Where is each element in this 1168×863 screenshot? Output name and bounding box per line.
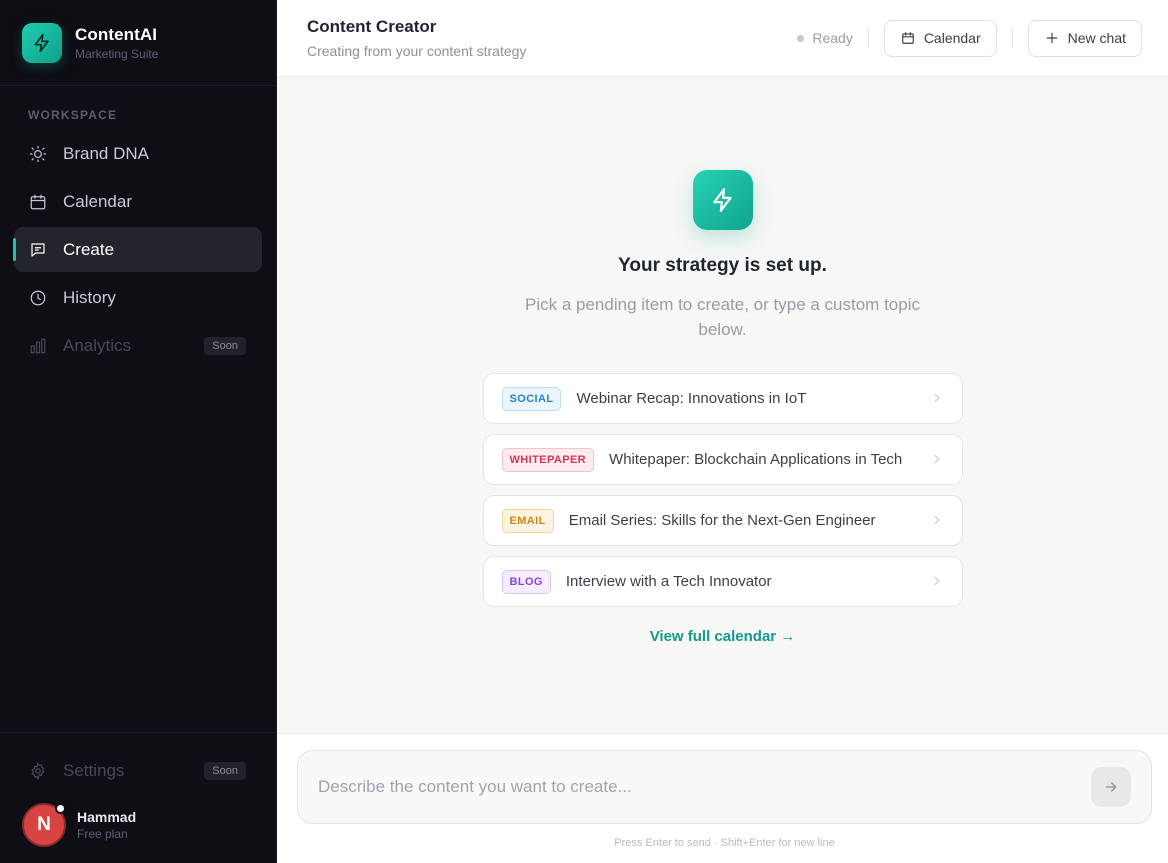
bolt-icon bbox=[692, 170, 753, 230]
page-header: Content Creator Creating from your conte… bbox=[277, 0, 1168, 77]
pending-item[interactable]: BLOG Interview with a Tech Innovator bbox=[482, 556, 963, 607]
sidebar-item-label: History bbox=[63, 287, 116, 307]
composer-area: Describe the content you want to create.… bbox=[277, 733, 1168, 863]
bar-chart-icon bbox=[28, 336, 48, 356]
sidebar-footer: Settings Soon N Hammad Free plan bbox=[0, 732, 276, 863]
main-panel: Content Creator Creating from your conte… bbox=[277, 0, 1168, 863]
sidebar-item-label: Create bbox=[63, 239, 115, 259]
content-type-badge: BLOG bbox=[501, 569, 551, 594]
chevron-right-icon bbox=[934, 454, 940, 464]
status-text: Ready bbox=[812, 30, 853, 46]
sidebar: ContentAI Marketing Suite WORKSPACE Bran… bbox=[0, 0, 277, 863]
soon-badge: Soon bbox=[204, 762, 246, 780]
workspace-section-label: WORKSPACE bbox=[28, 108, 118, 122]
pending-item[interactable]: SOCIAL Webinar Recap: Innovations in IoT bbox=[482, 373, 963, 424]
content-type-badge: WHITEPAPER bbox=[501, 447, 595, 472]
sidebar-item-label: Calendar bbox=[63, 191, 132, 211]
page-title: Content Creator bbox=[307, 17, 437, 36]
header-actions: Ready Calendar New chat bbox=[797, 19, 1142, 57]
chevron-right-icon bbox=[934, 576, 940, 586]
sidebar-item-history[interactable]: History bbox=[14, 275, 262, 320]
send-button[interactable] bbox=[1091, 767, 1131, 807]
user-name: Hammad bbox=[77, 809, 137, 825]
pending-item[interactable]: WHITEPAPER Whitepaper: Blockchain Applic… bbox=[482, 434, 963, 485]
pending-items-list: SOCIAL Webinar Recap: Innovations in IoT… bbox=[482, 373, 963, 617]
sidebar-nav: Brand DNA Calendar Create History Analyt… bbox=[0, 131, 276, 368]
pending-item-title: Interview with a Tech Innovator bbox=[565, 573, 772, 590]
soon-badge: Soon bbox=[204, 336, 246, 355]
page-subtitle: Creating from your content strategy bbox=[307, 43, 527, 59]
content-type-badge: EMAIL bbox=[501, 508, 554, 533]
pending-item-title: Webinar Recap: Innovations in IoT bbox=[576, 390, 807, 407]
chat-icon bbox=[28, 240, 48, 260]
content-type-badge: SOCIAL bbox=[501, 386, 562, 411]
chevron-right-icon bbox=[934, 515, 940, 525]
bolt-icon bbox=[22, 22, 62, 63]
brand-name: ContentAI bbox=[75, 24, 158, 44]
sidebar-item-brand-dna[interactable]: Brand DNA bbox=[14, 131, 262, 176]
user-profile[interactable]: N Hammad Free plan bbox=[14, 803, 262, 847]
sidebar-item-calendar[interactable]: Calendar bbox=[14, 179, 262, 224]
empty-state-title: Your strategy is set up. bbox=[618, 255, 827, 276]
calendar-button-label: Calendar bbox=[923, 30, 981, 46]
divider bbox=[1011, 28, 1013, 48]
avatar[interactable]: N bbox=[22, 803, 66, 847]
new-chat-button[interactable]: New chat bbox=[1027, 19, 1142, 57]
composer-hint: Press Enter to send · Shift+Enter for ne… bbox=[614, 837, 835, 849]
gear-icon bbox=[28, 761, 48, 781]
pending-item-title: Whitepaper: Blockchain Applications in T… bbox=[609, 451, 903, 468]
message-input-placeholder: Describe the content you want to create.… bbox=[318, 777, 632, 796]
pending-item[interactable]: EMAIL Email Series: Skills for the Next-… bbox=[482, 495, 963, 546]
lightbulb-icon bbox=[28, 144, 48, 164]
calendar-icon bbox=[900, 30, 916, 46]
avatar-initial: N bbox=[37, 814, 51, 835]
user-plan: Free plan bbox=[77, 827, 128, 841]
status-dot bbox=[797, 34, 805, 42]
brand-subtitle: Marketing Suite bbox=[75, 46, 159, 61]
content-area: Your strategy is set up. Pick a pending … bbox=[277, 77, 1168, 733]
status-indicator: Ready bbox=[797, 30, 853, 46]
plus-icon bbox=[1044, 30, 1060, 46]
brand-header: ContentAI Marketing Suite bbox=[0, 0, 276, 86]
empty-state-subtitle: Pick a pending item to create, or type a… bbox=[525, 295, 920, 339]
status-dot bbox=[55, 803, 66, 814]
settings-label: Settings bbox=[63, 761, 125, 780]
arrow-right-icon bbox=[1105, 782, 1117, 792]
sidebar-item-settings: Settings Soon bbox=[14, 753, 262, 789]
sidebar-item-create[interactable]: Create bbox=[13, 227, 262, 272]
app-root: ContentAI Marketing Suite WORKSPACE Bran… bbox=[0, 0, 1168, 863]
calendar-button[interactable]: Calendar bbox=[883, 19, 997, 57]
view-full-calendar-link[interactable]: View full calendar → bbox=[650, 628, 796, 645]
sidebar-item-analytics: Analytics Soon bbox=[14, 323, 262, 368]
pending-item-title: Email Series: Skills for the Next-Gen En… bbox=[568, 512, 876, 529]
divider bbox=[867, 28, 869, 48]
sidebar-item-label: Analytics bbox=[63, 335, 132, 355]
message-input[interactable]: Describe the content you want to create.… bbox=[297, 750, 1152, 824]
chevron-right-icon bbox=[934, 393, 940, 403]
new-chat-label: New chat bbox=[1067, 30, 1126, 46]
calendar-icon bbox=[28, 192, 48, 212]
sidebar-item-label: Brand DNA bbox=[63, 143, 149, 163]
empty-state: Your strategy is set up. Pick a pending … bbox=[277, 170, 1168, 645]
clock-icon bbox=[28, 288, 48, 308]
